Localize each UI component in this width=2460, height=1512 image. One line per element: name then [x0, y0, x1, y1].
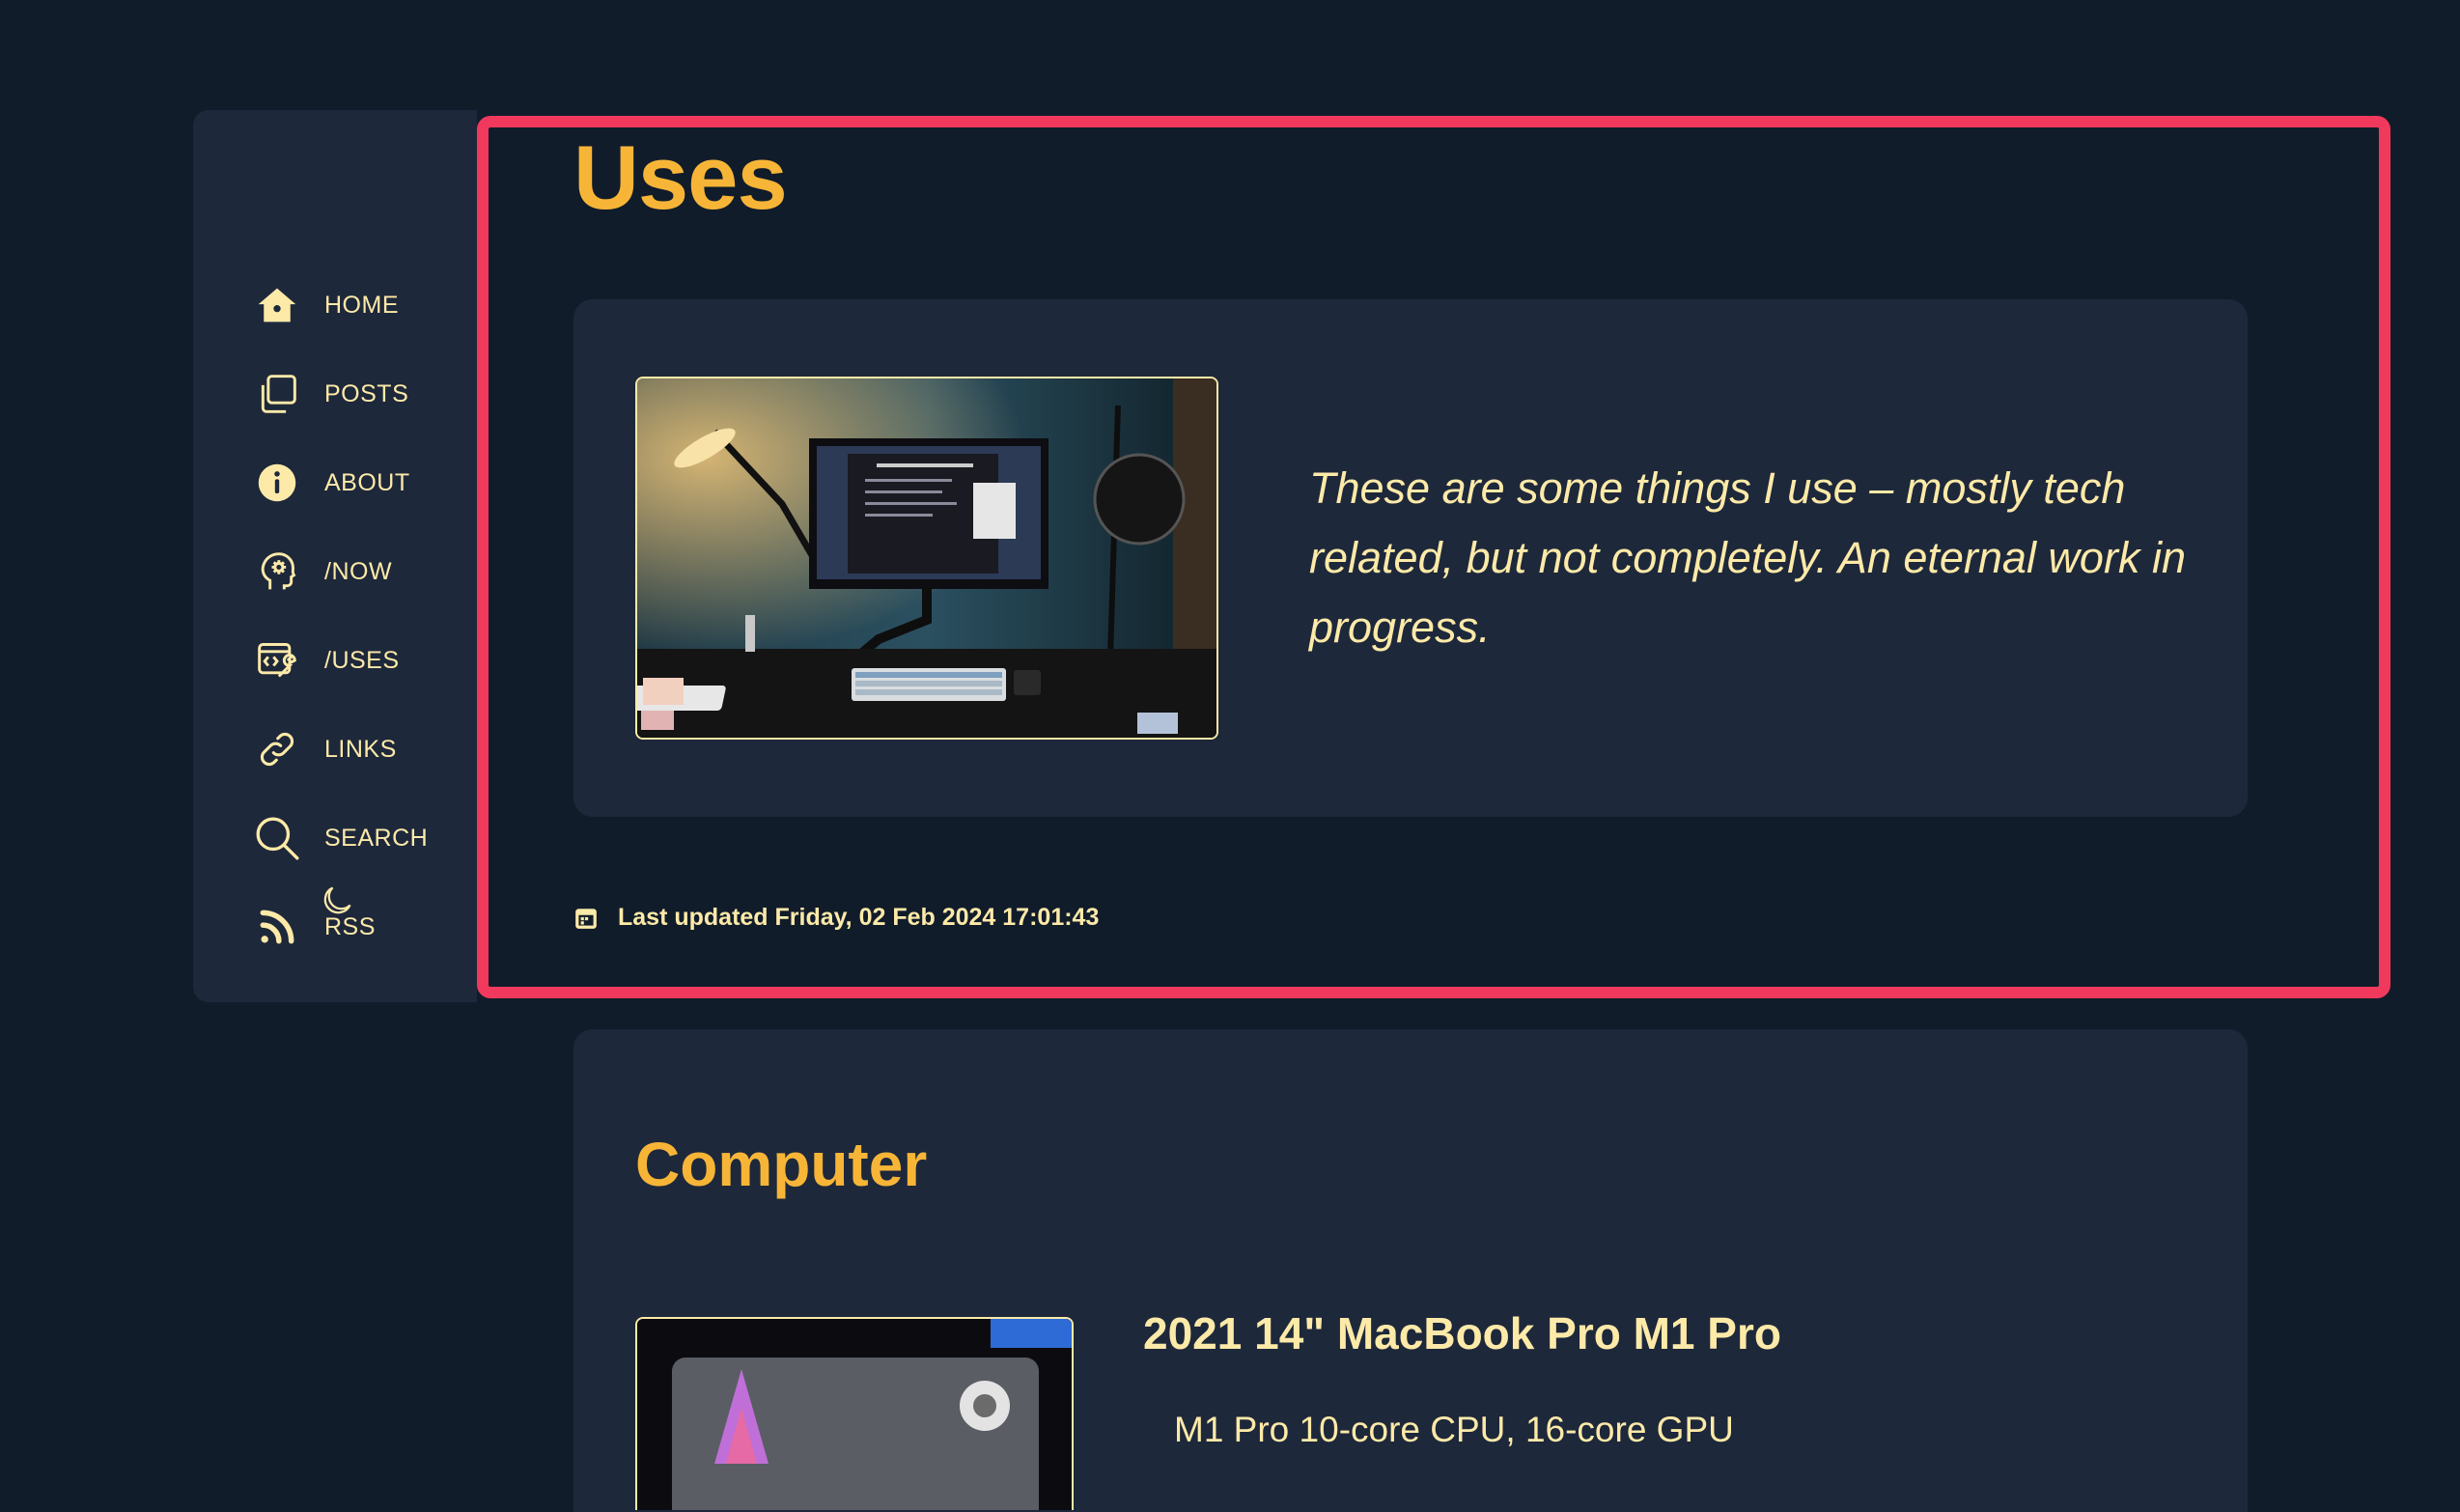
nav-label: /NOW [324, 557, 393, 585]
calendar-icon [573, 906, 599, 931]
rss-icon [253, 903, 301, 951]
nav-label: ABOUT [324, 468, 410, 496]
nav-item-home[interactable]: HOME [253, 276, 399, 334]
head-gear-icon [253, 547, 301, 596]
search-icon [253, 814, 301, 862]
tools-icon [253, 636, 301, 685]
section-title: Computer [635, 1130, 928, 1199]
item-spec: M1 Pro 10-core CPU, 16-core GPU [1174, 1410, 1734, 1449]
link-icon [253, 725, 301, 773]
nav-label: LINKS [324, 735, 397, 763]
nav-item-search[interactable]: SEARCH [253, 809, 428, 867]
last-updated-text: Last updated Friday, 02 Feb 2024 17:01:4… [618, 904, 1100, 931]
desk-setup-photo [635, 377, 1218, 740]
nav-label: POSTS [324, 379, 409, 407]
item-title: 2021 14" MacBook Pro M1 Pro [1143, 1308, 1781, 1358]
computer-section: Computer 2021 14" MacBook Pro M1 Pro M1 … [573, 1029, 2248, 1512]
sidebar-nav: HOME POSTS ABOUT /NOW /USES LINKS SEARCH… [193, 110, 477, 1002]
nav-label: SEARCH [324, 824, 429, 852]
nav-item-about[interactable]: ABOUT [253, 454, 410, 512]
nav-item-posts[interactable]: POSTS [253, 365, 408, 423]
page-title: Uses [573, 126, 788, 228]
info-icon [253, 459, 301, 507]
home-icon [253, 281, 301, 329]
nav-item-now[interactable]: /NOW [253, 543, 392, 601]
nav-item-links[interactable]: LINKS [253, 720, 397, 778]
theme-toggle-button[interactable] [315, 881, 359, 925]
nav-item-uses[interactable]: /USES [253, 631, 400, 689]
intro-card: These are some things I use – mostly tec… [573, 299, 2248, 817]
nav-label: HOME [324, 291, 399, 319]
intro-text: These are some things I use – mostly tec… [1309, 463, 2186, 652]
last-updated: Last updated Friday, 02 Feb 2024 17:01:4… [573, 904, 1099, 932]
nav-label: /USES [324, 646, 400, 674]
posts-icon [253, 370, 301, 418]
macbook-photo [635, 1317, 1074, 1510]
moon-icon [320, 883, 354, 923]
